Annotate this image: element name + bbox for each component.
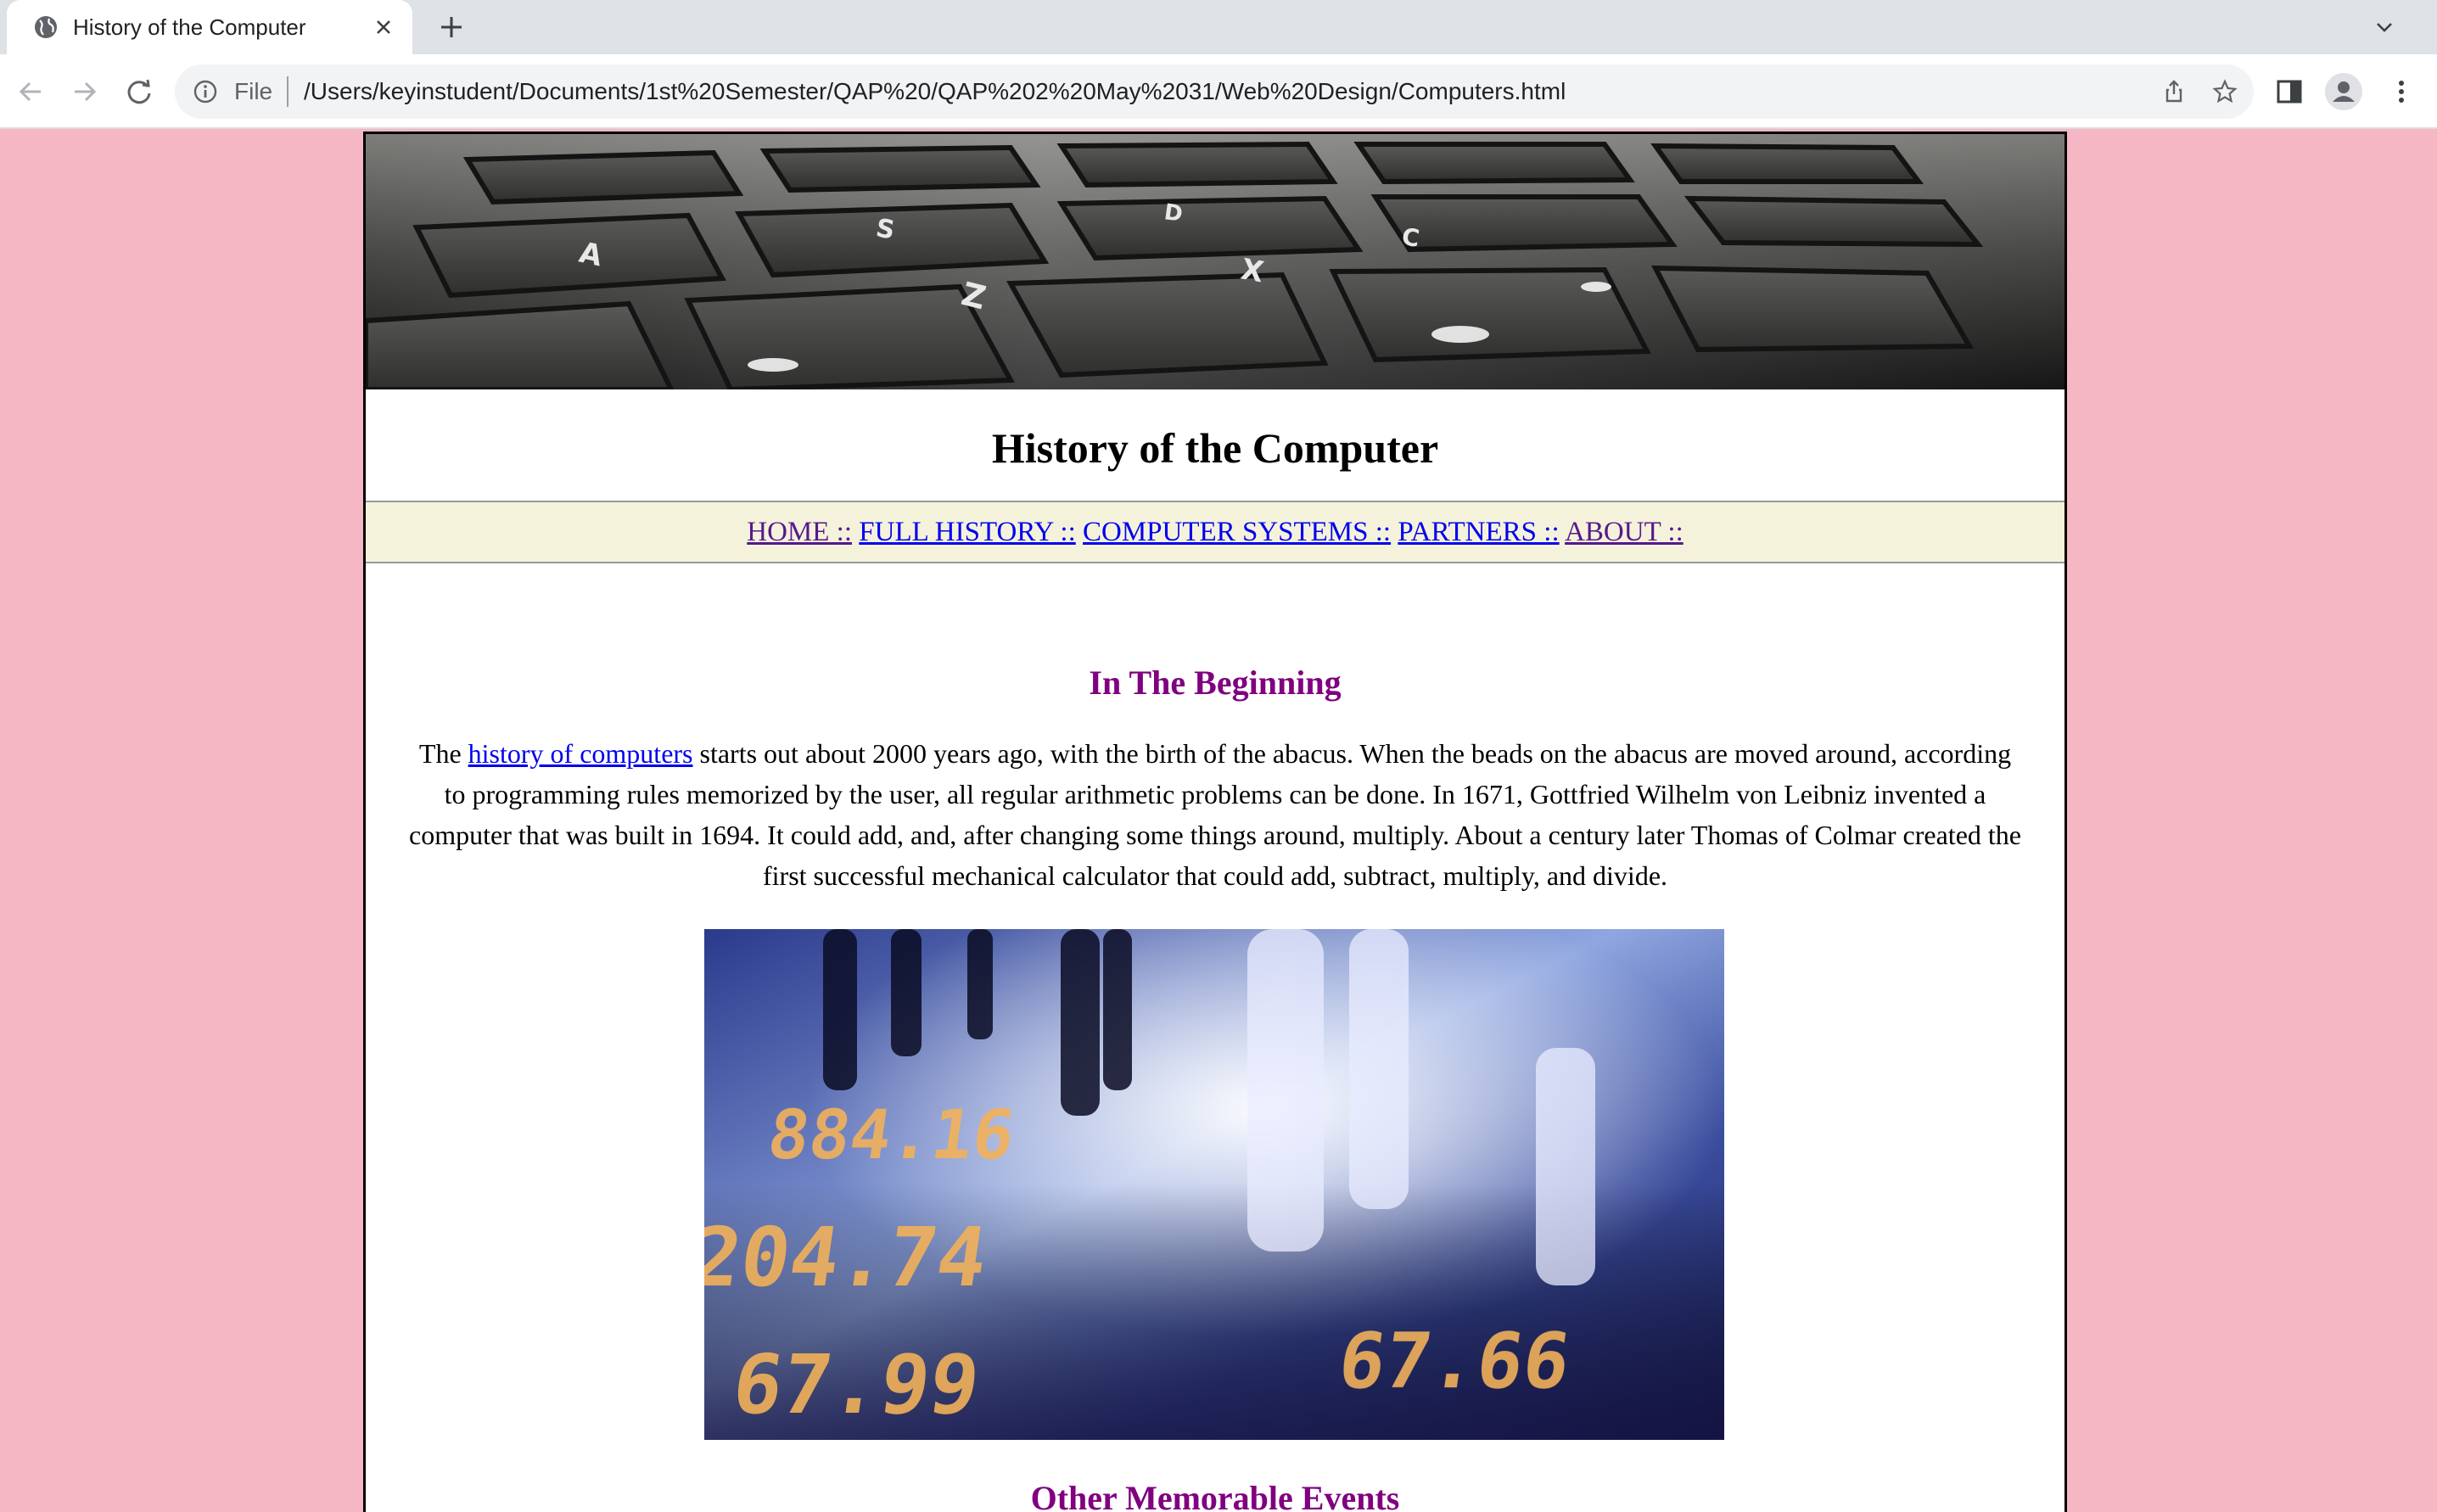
nav-computer-systems-link[interactable]: COMPUTER SYSTEMS :: <box>1083 517 1391 547</box>
main-nav: HOME :: FULL HISTORY :: COMPUTER SYSTEMS… <box>366 501 2064 563</box>
ticker-digits-3: 67.99 <box>727 1336 986 1431</box>
reload-icon[interactable] <box>119 71 160 112</box>
nav-partners-link[interactable]: PARTNERS :: <box>1398 517 1559 547</box>
stock-ticker-people-image: 884.16 204.74 67.99 67.66 <box>704 929 1724 1440</box>
nav-about-link[interactable]: ABOUT :: <box>1565 517 1683 547</box>
intro-paragraph: The history of computers starts out abou… <box>408 733 2022 896</box>
paragraph-text-start: The <box>418 738 468 769</box>
profile-avatar[interactable] <box>2325 73 2362 110</box>
keyboard-banner-image: A S D Z X C <box>366 134 2064 389</box>
tab-strip: History of the Computer <box>0 0 2437 54</box>
omnibox-separator <box>287 76 289 107</box>
url-scheme: File <box>234 78 273 104</box>
ticker-digits-4: 67.66 <box>1333 1317 1576 1405</box>
chevron-down-icon[interactable] <box>2371 14 2398 41</box>
globe-icon <box>35 16 57 38</box>
section-heading-beginning: In The Beginning <box>1089 664 1342 702</box>
nav-home-link[interactable]: HOME :: <box>747 517 852 547</box>
url-text[interactable]: /Users/keyinstudent/Documents/1st%20Seme… <box>304 76 1566 107</box>
nav-full-history-link[interactable]: FULL HISTORY :: <box>859 517 1075 547</box>
history-of-computers-link[interactable]: history of computers <box>468 738 693 769</box>
section-heading-memorable-events: Other Memorable Events <box>1030 1479 1400 1512</box>
more-menu-icon[interactable] <box>2386 76 2417 107</box>
forward-arrow-icon[interactable] <box>64 71 105 112</box>
back-arrow-icon[interactable] <box>10 71 51 112</box>
ticker-digits-1: 884.16 <box>763 1095 1019 1174</box>
new-tab-plus-icon[interactable] <box>436 12 467 42</box>
svg-text:D: D <box>1162 199 1185 227</box>
tab-title: History of the Computer <box>73 14 306 40</box>
info-icon[interactable] <box>192 78 219 105</box>
page-container: A S D Z X C History of the Computer HOME… <box>363 132 2067 1512</box>
close-icon[interactable] <box>370 14 397 41</box>
browser-tab[interactable]: History of the Computer <box>7 0 412 54</box>
browser-toolbar: File /Users/keyinstudent/Documents/1st%2… <box>0 54 2437 129</box>
page-title: History of the Computer <box>991 424 1439 472</box>
ticker-digits-2: 204.74 <box>704 1209 993 1304</box>
side-panel-icon[interactable] <box>2274 76 2305 107</box>
page-viewport: A S D Z X C History of the Computer HOME… <box>0 129 2437 1512</box>
share-icon[interactable] <box>2160 78 2188 105</box>
bookmark-star-icon[interactable] <box>2211 78 2238 105</box>
address-bar[interactable]: File /Users/keyinstudent/Documents/1st%2… <box>175 64 2254 119</box>
person-icon <box>2333 81 2355 102</box>
